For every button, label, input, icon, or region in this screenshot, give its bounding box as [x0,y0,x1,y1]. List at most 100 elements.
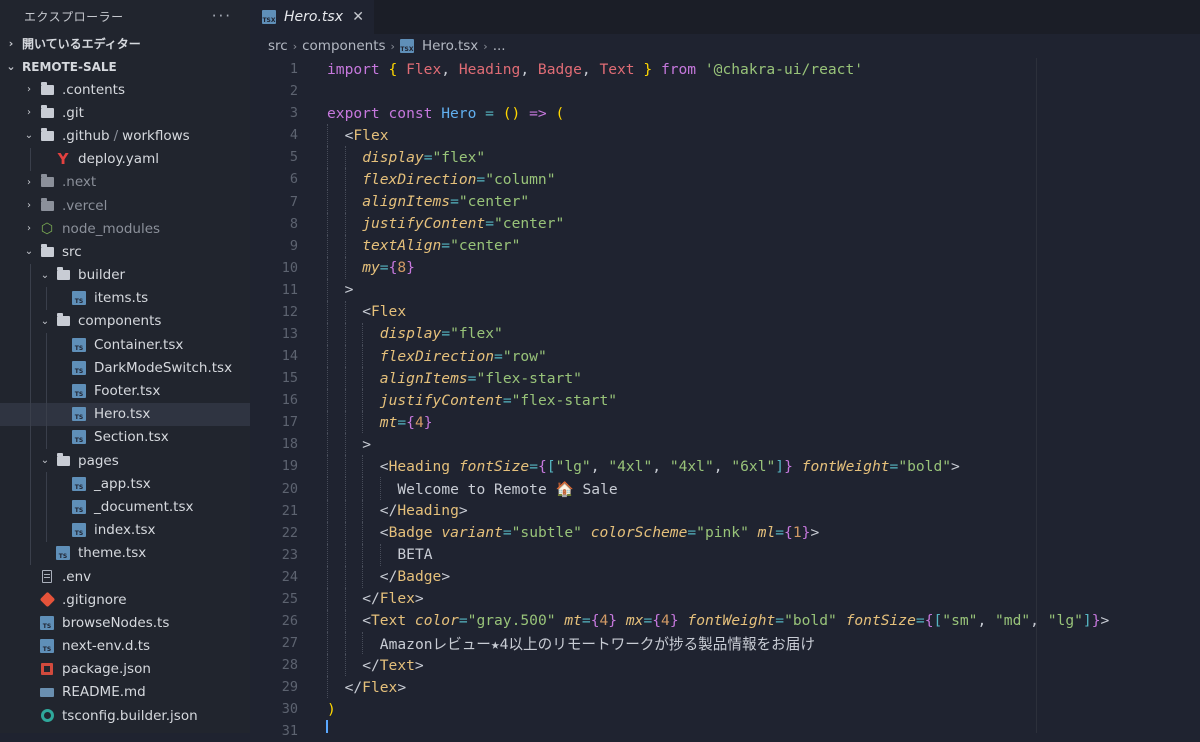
tree-item[interactable]: › .next [0,171,250,194]
code-token: < [379,457,389,475]
chevron-right-icon: › [390,39,395,53]
tree-item[interactable]: package.json [0,658,250,681]
chevron-down-icon: ⌄ [6,60,16,73]
code-token: 8 [397,259,407,277]
code-editor[interactable]: 1 import { Flex, Heading, Badge, Text } f… [250,58,1200,740]
indent-guide [46,518,47,542]
close-icon[interactable]: ✕ [352,9,364,25]
code-token: , [977,612,996,630]
icon-slot [36,709,58,723]
code-token: "lg" [1047,612,1083,630]
indent-guide [344,455,347,478]
code-token: { [652,612,662,630]
tree-item[interactable]: TS browseNodes.ts [0,611,250,634]
icon-slot [36,243,58,257]
more-actions-icon[interactable]: ··· [212,7,232,25]
code-content: Amazonレビュー★4以上のリモートワークが捗る製品情報をお届け [380,633,815,654]
project-section[interactable]: ⌄ REMOTE-SALE [0,55,250,78]
icon-slot: TS [68,499,90,514]
code-token: mx [625,612,644,630]
code-line: 19 <Heading fontSize={["lg", "4xl", "4xl"… [250,455,1200,478]
tree-item[interactable]: › ⬡ node_modules [0,217,250,240]
code-content: flexDirection="row" [380,348,547,365]
code-line: 5 display="flex" [250,146,1200,169]
indent-guide [327,543,329,566]
tree-item[interactable]: › .contents [0,78,250,101]
code-token: = [441,325,451,343]
tree-item[interactable]: ⌄ components [0,309,250,334]
code-token: "flex" [432,148,486,166]
code-token: Flex [379,590,415,608]
tree-item[interactable]: TS items.ts [0,286,250,310]
code-content: mt={4} [380,414,433,431]
tree-item[interactable]: › .vercel [0,194,250,217]
tree-item[interactable]: TS _document.tsx [0,495,250,519]
code-token: > [414,656,424,674]
breadcrumb-item-src[interactable]: src [268,38,288,54]
code-token: "subtle" [511,524,591,542]
tree-item[interactable]: TS DarkModeSwitch.tsx [0,356,250,380]
code-token: } [406,259,415,277]
code-token: Flex [370,303,407,321]
indent-guide [327,632,329,655]
code-token: alignItems [379,369,468,387]
code-token: < [379,524,389,542]
tree-item[interactable]: ⌄ pages [0,449,250,473]
indent-guide [379,543,382,566]
folder-icon [40,81,54,95]
indent-guide [362,565,364,588]
icon-slot [36,197,58,211]
tab-hero-tsx[interactable]: TSX Hero.tsx ✕ [250,0,374,34]
tree-item[interactable]: TS Container.tsx [0,333,250,357]
tree-item[interactable]: TS Hero.tsx [0,402,250,426]
code-token: = [379,259,389,277]
code-content: </Badge> [380,568,450,585]
indent-guide [327,256,329,279]
code-token: = [775,612,785,630]
code-token: < [362,303,371,321]
icon-slot: Y [52,150,74,168]
open-editors-section[interactable]: › 開いているエディター [0,32,250,55]
tree-item[interactable]: .env [0,565,250,588]
indent-guide [30,263,31,287]
code-content: <Badge variant="subtle" colorScheme="pin… [380,524,819,541]
tree-item[interactable]: .gitignore [0,588,250,611]
tree-item[interactable]: ⌄ src [0,240,250,263]
breadcrumb-item-components[interactable]: components [302,38,385,54]
tree-item[interactable]: TS next-env.d.ts [0,635,250,658]
code-token: = [502,524,512,542]
line-number: 5 [289,149,298,166]
tree-item-label: index.tsx [94,522,156,539]
breadcrumb-item-file[interactable]: Hero.tsx [422,38,478,54]
line-number: 31 [281,723,298,740]
tree-item[interactable]: › .git [0,101,250,124]
code-token: "gray.500" [467,612,565,630]
line-number: 14 [281,348,298,365]
code-token: "column" [485,170,556,188]
indent-guide [344,256,347,279]
breadcrumb-item-symbol[interactable]: ... [493,38,506,54]
code-token: "flex-start" [511,391,618,409]
tree-item[interactable]: ⌄ .github / workflows [0,124,250,147]
tree-item[interactable]: TS Section.tsx [0,425,250,449]
indent-guide [30,147,31,171]
tree-item[interactable]: TS Footer.tsx [0,379,250,403]
node-modules-icon: ⬡ [40,220,54,237]
tree-item[interactable]: TS _app.tsx [0,472,250,496]
code-token: > [441,568,451,586]
code-token: 1 [792,524,802,542]
tree-item[interactable]: TS theme.tsx [0,541,250,565]
typescript-file-icon: TS [72,523,86,538]
code-token: ] [775,457,785,475]
code-token: = [889,457,899,475]
icon-slot: TS [68,291,90,306]
tree-item[interactable]: tsconfig.builder.json [0,704,250,727]
chevron-down-icon: ⌄ [24,130,34,142]
tree-item[interactable]: Ydeploy.yaml [0,147,250,171]
code-token: { [784,524,793,542]
tree-item[interactable]: TS index.tsx [0,518,250,542]
tree-item[interactable]: README.md [0,681,250,704]
icon-slot: TS [68,430,90,445]
indent-guide [327,433,329,456]
tree-item[interactable]: ⌄ builder [0,263,250,287]
